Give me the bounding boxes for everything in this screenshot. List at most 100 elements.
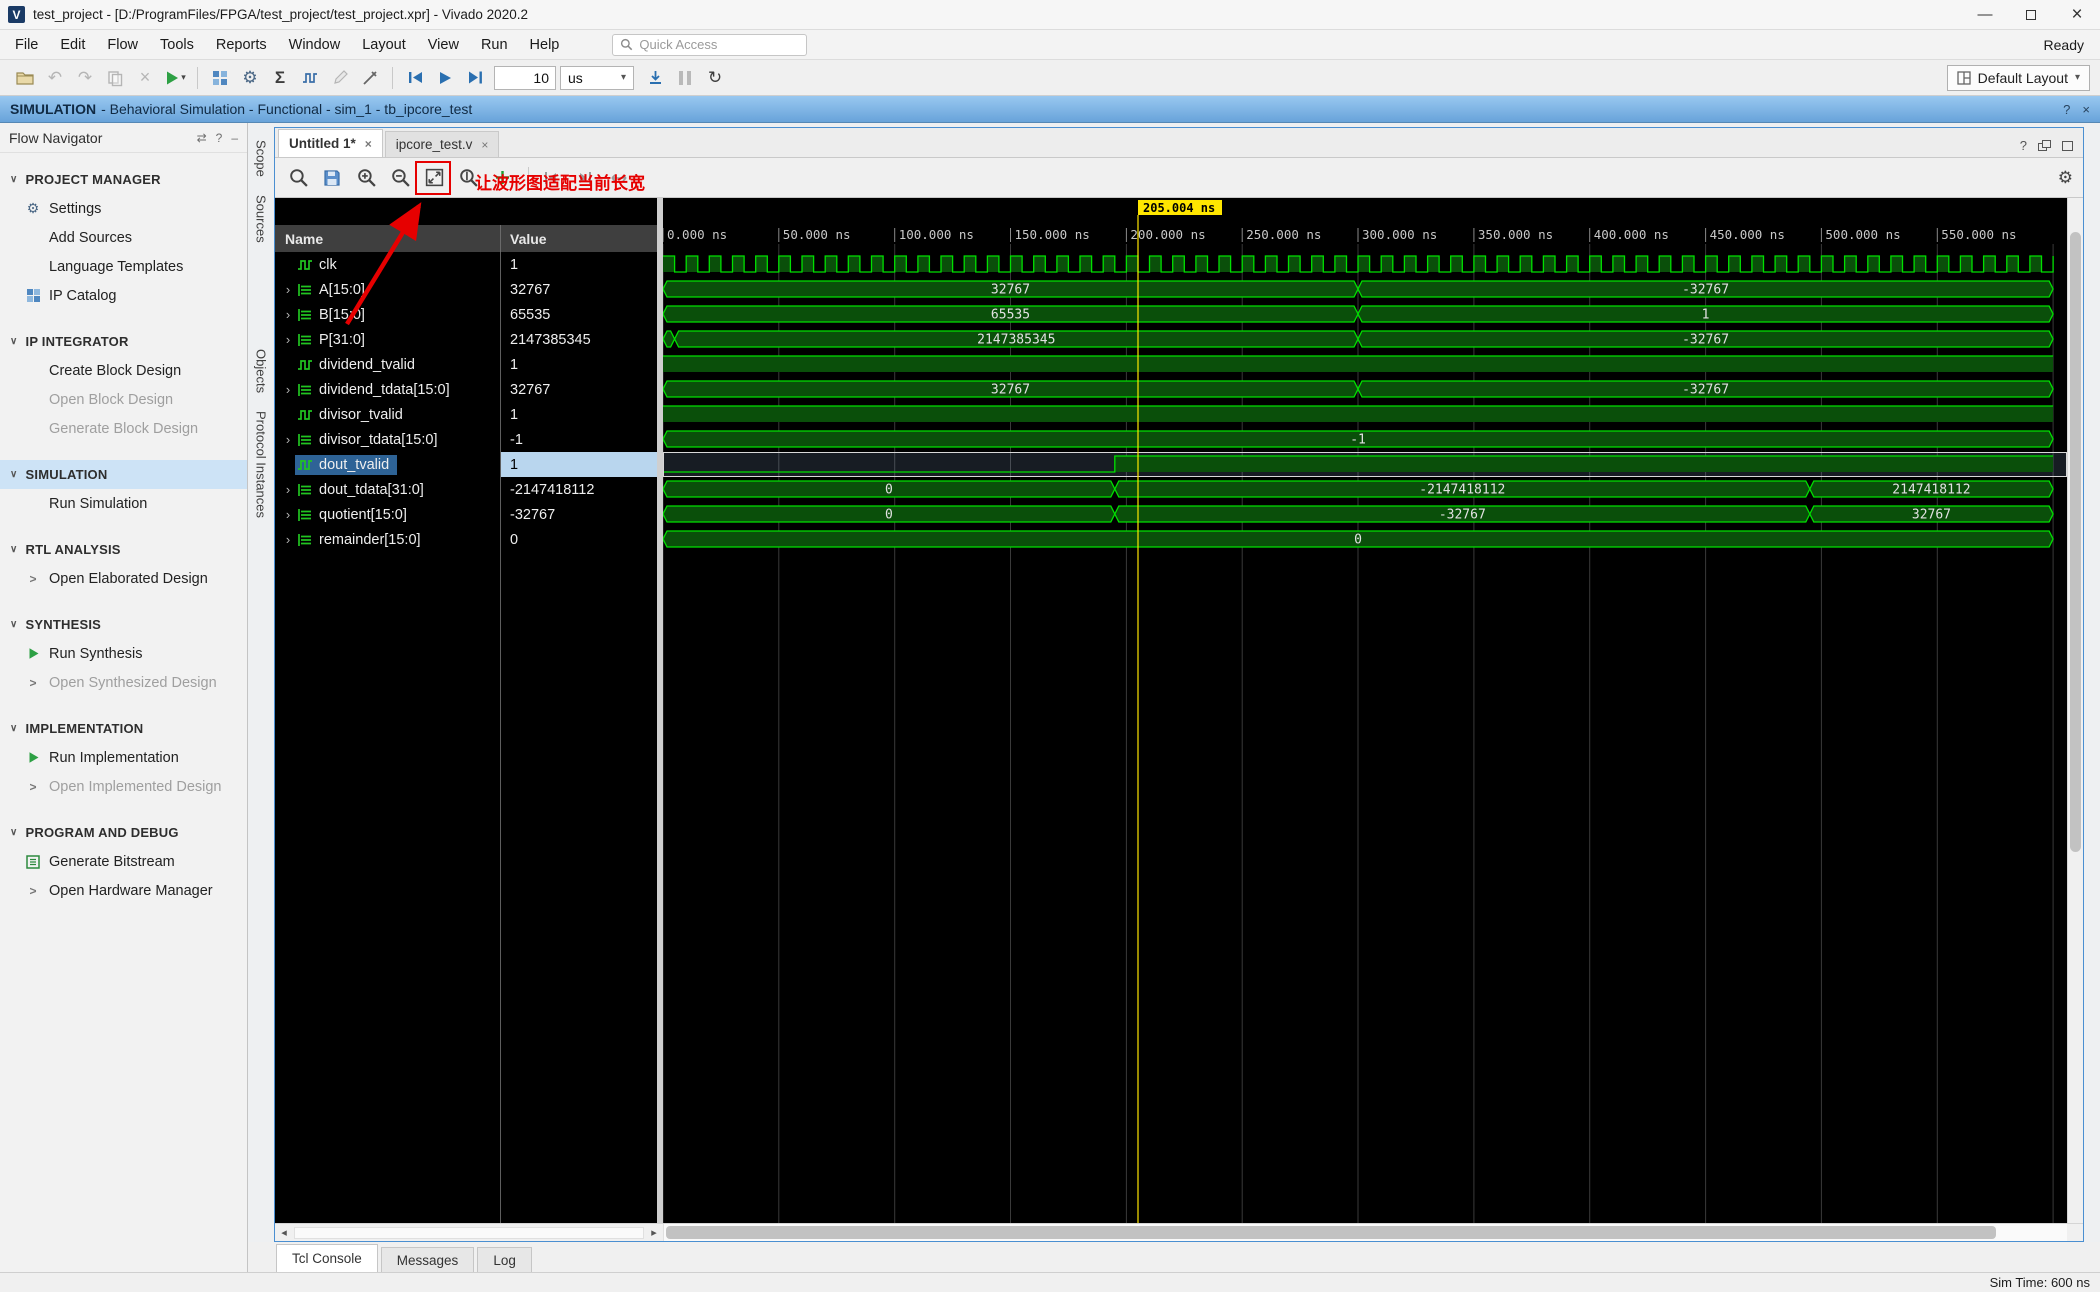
edit-pencil-icon[interactable]	[325, 63, 355, 93]
canvas-scrollbar-thumb[interactable]	[666, 1226, 1996, 1239]
signal-row-dout-tvalid[interactable]: dout_tvalid 1	[275, 452, 657, 477]
swap-cursor-icon[interactable]	[604, 163, 634, 193]
editor-tab-untitled-1[interactable]: Untitled 1* ×	[278, 129, 383, 157]
bottom-tab-log[interactable]: Log	[477, 1247, 532, 1272]
add-marker-icon[interactable]	[487, 163, 517, 193]
signal-value-cell[interactable]: 1	[500, 252, 657, 277]
run-button[interactable]: ▾	[160, 63, 190, 93]
signal-name-cell[interactable]: dout_tvalid	[275, 452, 500, 477]
nav-item-run-implementation[interactable]: Run Implementation	[0, 743, 247, 772]
run-for-time-icon[interactable]	[460, 63, 490, 93]
signal-name-cell[interactable]: › P[31:0]	[275, 327, 500, 352]
expander-icon[interactable]: ›	[281, 282, 295, 297]
run-all-icon[interactable]	[430, 63, 460, 93]
nav-item-open-hardware-manager[interactable]: > Open Hardware Manager	[0, 876, 247, 905]
signal-row-b-15-0[interactable]: › B[15:0] 65535	[275, 302, 657, 327]
close-icon[interactable]: ×	[481, 138, 488, 152]
restart-sim-icon[interactable]	[400, 63, 430, 93]
nav-item-run-synthesis[interactable]: Run Synthesis	[0, 639, 247, 668]
layout-select[interactable]: Default Layout ▾	[1946, 64, 2090, 91]
signal-row-quotient-15-0[interactable]: › quotient[15:0] -32767	[275, 502, 657, 527]
signal-row-divisor-tvalid[interactable]: divisor_tvalid 1	[275, 402, 657, 427]
signal-row-a-15-0[interactable]: › A[15:0] 32767	[275, 277, 657, 302]
nav-item-language-templates[interactable]: Language Templates	[0, 252, 247, 281]
close-button[interactable]: ×	[2054, 0, 2100, 29]
expander-icon[interactable]: ›	[281, 332, 295, 347]
menu-edit[interactable]: Edit	[49, 33, 96, 57]
zoom-fit-icon[interactable]	[419, 163, 449, 193]
signal-value-cell[interactable]: -1	[500, 427, 657, 452]
float-window-icon[interactable]	[2038, 140, 2051, 151]
menu-help[interactable]: Help	[519, 33, 571, 57]
signal-name-cell[interactable]: › dout_tdata[31:0]	[275, 477, 500, 502]
signal-value-cell[interactable]: 32767	[500, 377, 657, 402]
side-tab-scope[interactable]: Scope	[254, 131, 269, 186]
signal-row-clk[interactable]: clk 1	[275, 252, 657, 277]
step-icon[interactable]	[640, 63, 670, 93]
simulation-settings-icon[interactable]	[295, 63, 325, 93]
zoom-out-icon[interactable]	[385, 163, 415, 193]
scroll-right-icon[interactable]: ▸	[645, 1226, 663, 1239]
menu-window[interactable]: Window	[278, 33, 352, 57]
waveform-canvas[interactable]: 32767 -32767 65535 1 2147385345 -32767 32767 -3…	[663, 198, 2067, 1223]
expander-icon[interactable]: ›	[281, 532, 295, 547]
dashboard-icon[interactable]	[205, 63, 235, 93]
chevron-right-icon[interactable]: >	[24, 676, 42, 690]
undo-icon[interactable]: ↶	[40, 63, 70, 93]
signal-name-cell[interactable]: › divisor_tdata[15:0]	[275, 427, 500, 452]
expander-icon[interactable]: ›	[281, 432, 295, 447]
maximize-button[interactable]	[2008, 0, 2054, 29]
nav-header-program-and-debug[interactable]: ∨ PROGRAM AND DEBUG	[0, 818, 247, 847]
value-column-header[interactable]: Value	[500, 225, 657, 252]
name-panel-scrollbar[interactable]: ◂ ▸	[275, 1224, 663, 1241]
minimize-button[interactable]: —	[1962, 0, 2008, 29]
nav-item-run-simulation[interactable]: Run Simulation	[0, 489, 247, 518]
signal-row-dividend-tdata-15-0[interactable]: › dividend_tdata[15:0] 32767	[275, 377, 657, 402]
chevron-right-icon[interactable]: >	[24, 780, 42, 794]
menu-run[interactable]: Run	[470, 33, 519, 57]
find-icon[interactable]	[283, 163, 313, 193]
name-column-header[interactable]: Name	[275, 225, 500, 252]
zoom-in-icon[interactable]	[351, 163, 381, 193]
next-transition-icon[interactable]	[570, 163, 600, 193]
menu-tools[interactable]: Tools	[149, 33, 205, 57]
help-icon[interactable]: ?	[2020, 138, 2027, 153]
relaunch-icon[interactable]: ↻	[700, 63, 730, 93]
expander-icon[interactable]: ›	[281, 507, 295, 522]
signal-name-cell[interactable]: divisor_tvalid	[275, 402, 500, 427]
side-tab-sources[interactable]: Sources	[254, 186, 269, 252]
delete-icon[interactable]: ×	[130, 63, 160, 93]
signal-value-cell[interactable]: 1	[500, 352, 657, 377]
nav-header-implementation[interactable]: ∨ IMPLEMENTATION	[0, 714, 247, 743]
signal-name-cell[interactable]: › B[15:0]	[275, 302, 500, 327]
nav-item-add-sources[interactable]: Add Sources	[0, 223, 247, 252]
previous-transition-icon[interactable]	[536, 163, 566, 193]
signal-value-cell[interactable]: -2147418112	[500, 477, 657, 502]
signal-value-cell[interactable]: 65535	[500, 302, 657, 327]
signal-row-dout-tdata-31-0[interactable]: › dout_tdata[31:0] -2147418112	[275, 477, 657, 502]
signal-row-divisor-tdata-15-0[interactable]: › divisor_tdata[15:0] -1	[275, 427, 657, 452]
bottom-tab-tcl-console[interactable]: Tcl Console	[276, 1244, 378, 1272]
vertical-scrollbar-thumb[interactable]	[2070, 232, 2081, 852]
nav-header-project-manager[interactable]: ∨ PROJECT MANAGER	[0, 165, 247, 194]
nav-item-open-elaborated-design[interactable]: > Open Elaborated Design	[0, 564, 247, 593]
canvas-scrollbar[interactable]	[663, 1224, 2067, 1241]
swap-icon[interactable]: ⇄	[197, 131, 207, 145]
wave-settings-gear-icon[interactable]: ⚙	[2058, 168, 2073, 188]
expander-icon[interactable]: ›	[281, 307, 295, 322]
signal-value-cell[interactable]: 0	[500, 527, 657, 552]
close-icon[interactable]: ×	[365, 137, 372, 151]
quick-access-search[interactable]: Quick Access	[612, 33, 808, 56]
menu-file[interactable]: File	[4, 33, 49, 57]
signal-value-cell[interactable]: 2147385345	[500, 327, 657, 352]
signal-value-cell[interactable]: 1	[500, 452, 657, 477]
signal-name-cell[interactable]: › A[15:0]	[275, 277, 500, 302]
redo-icon[interactable]: ↷	[70, 63, 100, 93]
signal-name-cell[interactable]: › dividend_tdata[15:0]	[275, 377, 500, 402]
nav-header-ip-integrator[interactable]: ∨ IP INTEGRATOR	[0, 327, 247, 356]
nav-item-create-block-design[interactable]: Create Block Design	[0, 356, 247, 385]
menu-layout[interactable]: Layout	[351, 33, 417, 57]
signal-value-cell[interactable]: -32767	[500, 502, 657, 527]
zoom-to-cursor-icon[interactable]	[453, 163, 483, 193]
close-icon[interactable]: ×	[2082, 102, 2090, 117]
